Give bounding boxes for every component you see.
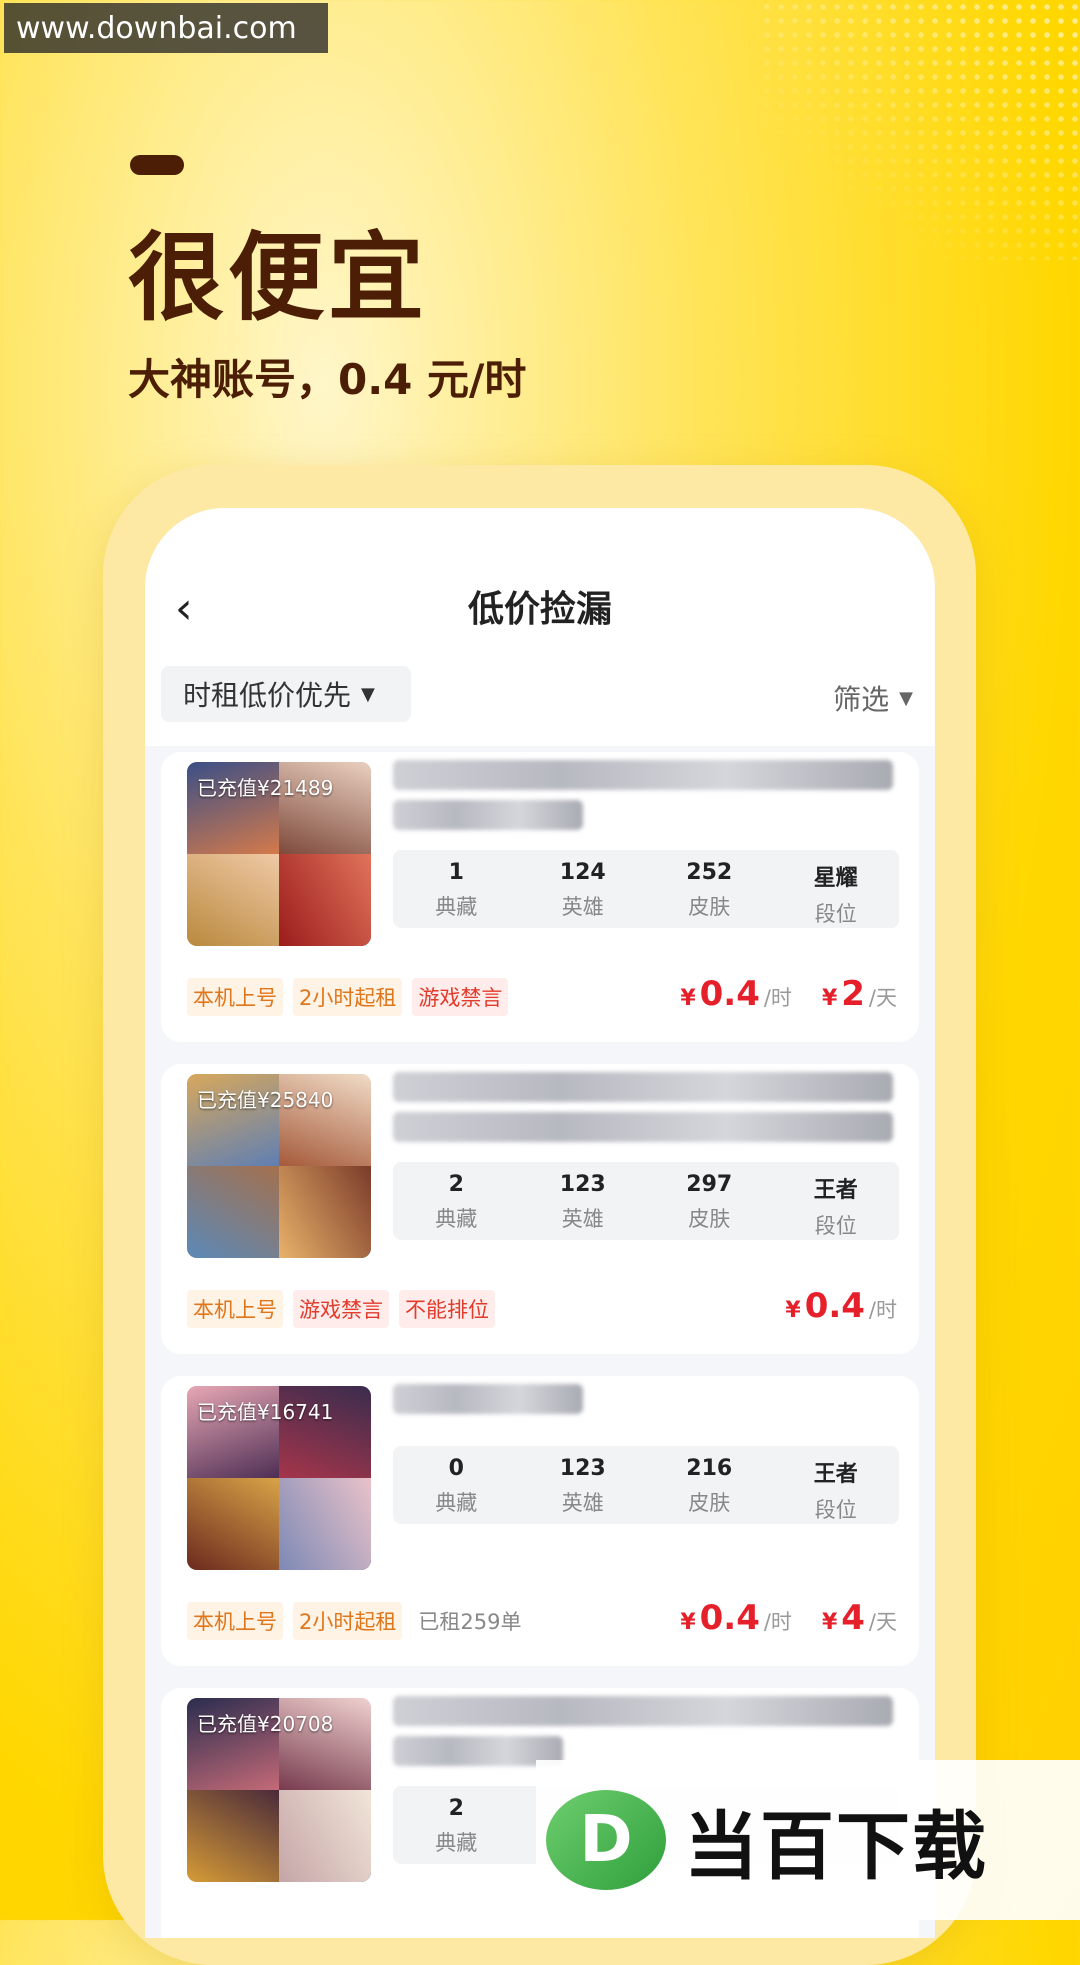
- tag: 游戏禁言: [412, 978, 509, 1016]
- caret-down-icon: ▼: [899, 687, 913, 709]
- recharge-badge: 已充值¥16741: [197, 1400, 334, 1424]
- listing-card[interactable]: 已充值¥21489 1 典藏 124 英雄 252 皮肤 星耀 段位 本机上号 2小时起…: [161, 752, 919, 1042]
- phone-screen: ‹ 低价捡漏 时租低价优先 ▼ 筛选 ▼ 已充值¥21489 1 典藏 124 英雄…: [145, 508, 935, 1938]
- listing-card[interactable]: 已充值¥25840 2 典藏 123 英雄 297 皮肤 王者 段位 本机上号 游戏禁言…: [161, 1064, 919, 1354]
- stat-rank: 王者 段位: [813, 1462, 858, 1522]
- stat-rank: 王者 段位: [813, 1178, 858, 1238]
- download-site-logo-watermark: D 当百下载: [536, 1760, 1080, 1920]
- account-thumbnail: 已充值¥16741: [187, 1386, 371, 1570]
- hourly-price: 0.4: [699, 974, 760, 1014]
- blurred-listing-title: [393, 760, 893, 840]
- stat-collection: 2 典藏: [435, 1796, 478, 1855]
- account-thumbnail: 已充值¥21489: [187, 762, 371, 946]
- stat-skins: 297 皮肤: [686, 1172, 733, 1231]
- recharge-badge: 已充值¥25840: [197, 1088, 334, 1112]
- hero-title: 很便宜: [128, 222, 428, 334]
- filter-bar: 时租低价优先 ▼ 筛选 ▼: [145, 648, 935, 746]
- dot-pattern-decoration: [760, 0, 1080, 260]
- stat-collection: 2 典藏: [435, 1172, 478, 1231]
- recharge-badge: 已充值¥21489: [197, 776, 334, 800]
- tag: 不能排位: [399, 1290, 495, 1328]
- logo-text: 当百下载: [684, 1803, 988, 1890]
- recharge-badge: 已充值¥20708: [197, 1712, 334, 1736]
- stat-collection: 1 典藏: [435, 860, 478, 919]
- logo-icon: D: [546, 1790, 666, 1890]
- sort-dropdown[interactable]: 时租低价优先 ▼: [161, 666, 411, 722]
- stats-panel: 1 典藏 124 英雄 252 皮肤 星耀 段位: [393, 850, 899, 928]
- tag: 2小时起租: [293, 1602, 403, 1640]
- tag: 本机上号: [187, 1290, 283, 1328]
- site-watermark: www.downbai.com: [4, 3, 328, 53]
- tag: 游戏禁言: [293, 1290, 389, 1328]
- hourly-price: 0.4: [804, 1286, 865, 1326]
- stat-heroes: 123 英雄: [559, 1172, 606, 1231]
- account-thumbnail: 已充值¥25840: [187, 1074, 371, 1258]
- stat-skins: 252 皮肤: [686, 860, 733, 919]
- rented-count: 已租259单: [418, 1610, 522, 1634]
- tag: 本机上号: [187, 978, 283, 1016]
- price-info: ¥ 0.4 /时 ¥ 4 /天: [680, 1598, 897, 1638]
- stats-panel: 2 典藏 123 英雄 297 皮肤 王者 段位: [393, 1162, 899, 1240]
- stat-heroes: 124 英雄: [559, 860, 606, 919]
- tag: 2小时起租: [293, 978, 403, 1016]
- accent-bar: [130, 155, 184, 175]
- sort-label: 时租低价优先: [183, 679, 352, 712]
- tag-list: 本机上号 游戏禁言 不能排位: [187, 1290, 495, 1328]
- caret-down-icon: ▼: [361, 683, 375, 705]
- filter-button[interactable]: 筛选 ▼: [833, 678, 913, 718]
- listing-card[interactable]: 已充值¥16741 0 典藏 123 英雄 216 皮肤 王者 段位 本机上号 2小时起…: [161, 1376, 919, 1666]
- hero-subtitle: 大神账号，0.4 元/时: [128, 355, 527, 404]
- hourly-price: 0.4: [699, 1598, 760, 1638]
- tag-list: 本机上号 2小时起租 已租259单: [187, 1602, 527, 1640]
- stat-collection: 0 典藏: [435, 1456, 478, 1515]
- page-title: 低价捡漏: [467, 589, 612, 630]
- daily-price: 2: [841, 974, 865, 1014]
- stat-skins: 216 皮肤: [686, 1456, 733, 1515]
- blurred-listing-title: [393, 1072, 893, 1152]
- daily-price: 4: [841, 1598, 865, 1638]
- stat-rank: 星耀 段位: [813, 866, 858, 926]
- tag-list: 本机上号 2小时起租 游戏禁言: [187, 978, 509, 1016]
- tag: 本机上号: [187, 1602, 283, 1640]
- stat-heroes: 123 英雄: [559, 1456, 606, 1515]
- filter-label: 筛选: [833, 683, 890, 716]
- price-info: ¥ 0.4 /时: [785, 1286, 897, 1326]
- stats-panel: 0 典藏 123 英雄 216 皮肤 王者 段位: [393, 1446, 899, 1524]
- account-thumbnail: 已充值¥20708: [187, 1698, 371, 1882]
- price-info: ¥ 0.4 /时 ¥ 2 /天: [680, 974, 897, 1014]
